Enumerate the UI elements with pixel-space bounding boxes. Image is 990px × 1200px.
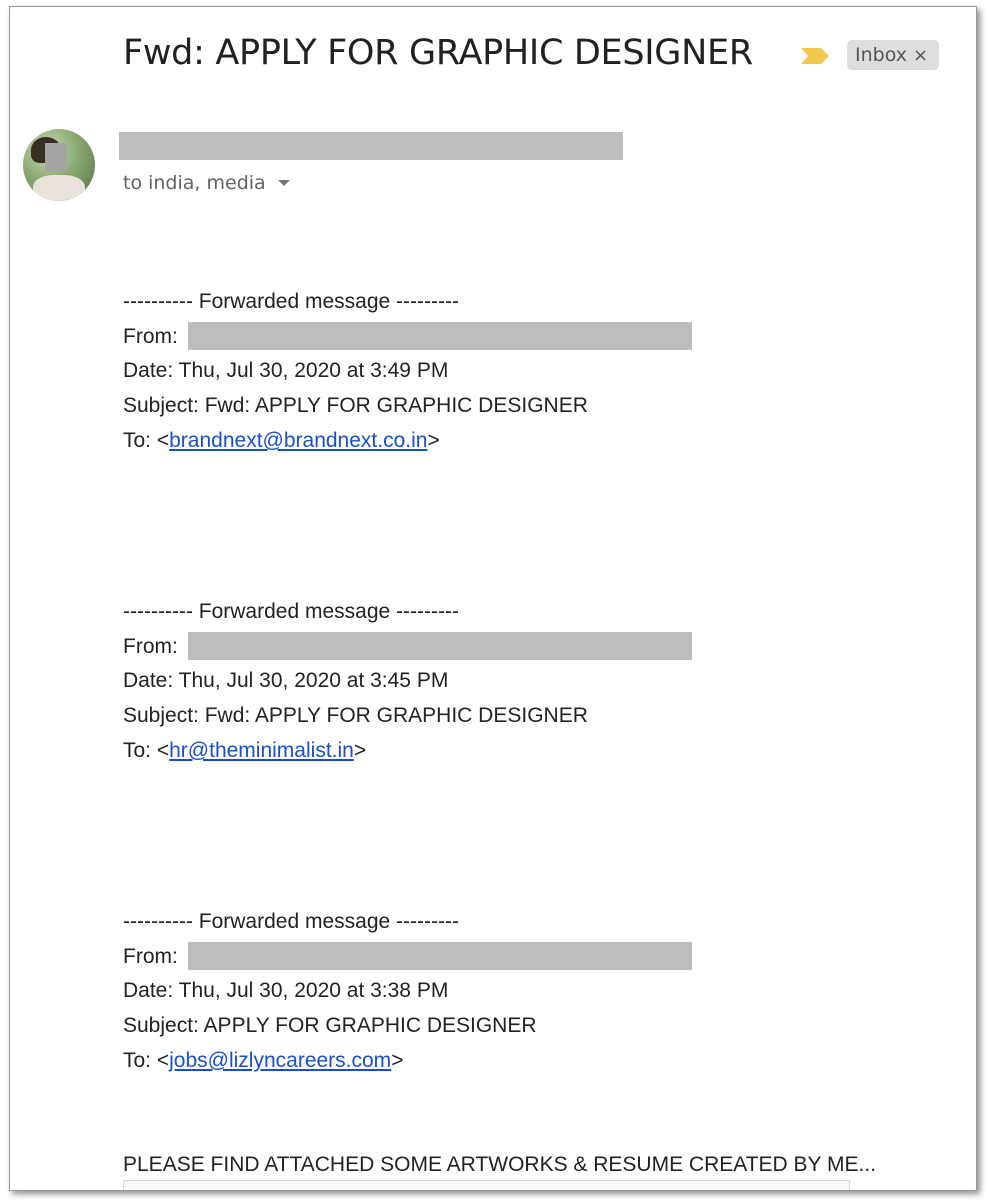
chevron-down-icon[interactable]: [277, 180, 290, 186]
from-redaction: [188, 942, 692, 970]
forwarded-header: ---------- Forwarded message ---------: [123, 910, 459, 933]
email-subject: Fwd: APPLY FOR GRAPHIC DESIGNER: [123, 33, 753, 73]
recipients-text: to india, media: [123, 172, 266, 194]
avatar-face-redaction: [45, 143, 67, 171]
date-line: Date: Thu, Jul 30, 2020 at 3:45 PM: [123, 669, 449, 692]
close-icon[interactable]: ×: [913, 45, 928, 66]
to-prefix: To: <: [123, 1049, 170, 1072]
to-prefix: To: <: [123, 429, 170, 452]
sender-name-redaction: [119, 132, 623, 160]
date-line: Date: Thu, Jul 30, 2020 at 3:49 PM: [123, 359, 449, 382]
to-suffix: >: [427, 429, 440, 452]
to-line: To: <brandnext@brandnext.co.in>: [123, 429, 440, 453]
from-label: From:: [123, 325, 178, 348]
to-line: To: <jobs@lizlyncareers.com>: [123, 1049, 403, 1073]
to-suffix: >: [391, 1049, 404, 1072]
forwarded-header: ---------- Forwarded message ---------: [123, 600, 459, 623]
date-line: Date: Thu, Jul 30, 2020 at 3:38 PM: [123, 979, 449, 1002]
from-label: From:: [123, 635, 178, 658]
subject-line: Subject: APPLY FOR GRAPHIC DESIGNER: [123, 1014, 537, 1037]
email-link[interactable]: brandnext@brandnext.co.in: [169, 429, 427, 452]
from-redaction: [188, 322, 692, 350]
subject-line: Subject: Fwd: APPLY FOR GRAPHIC DESIGNER: [123, 394, 588, 417]
recipients-line[interactable]: to india, media: [123, 172, 290, 194]
to-suffix: >: [353, 739, 367, 762]
subject-line: Subject: Fwd: APPLY FOR GRAPHIC DESIGNER: [123, 704, 588, 727]
email-view: Fwd: APPLY FOR GRAPHIC DESIGNER Inbox × …: [9, 6, 977, 1191]
to-line: To: <hr@theminimalist.in>: [123, 739, 366, 763]
email-link[interactable]: hr@theminimalist.in: [169, 739, 354, 762]
attachment-area[interactable]: [123, 1180, 850, 1190]
email-link[interactable]: jobs@lizlyncareers.com: [169, 1049, 391, 1072]
sender-avatar[interactable]: [23, 129, 95, 201]
from-redaction: [188, 632, 692, 660]
message-body-text: PLEASE FIND ATTACHED SOME ARTWORKS & RES…: [123, 1153, 877, 1176]
avatar-shirt: [33, 175, 85, 201]
forwarded-header: ---------- Forwarded message ---------: [123, 290, 459, 313]
inbox-label-text: Inbox: [855, 44, 907, 66]
from-label: From:: [123, 945, 178, 968]
inbox-label-chip: Inbox ×: [847, 40, 939, 70]
to-prefix: To: <: [123, 739, 170, 762]
importance-marker-icon[interactable]: [801, 46, 831, 66]
